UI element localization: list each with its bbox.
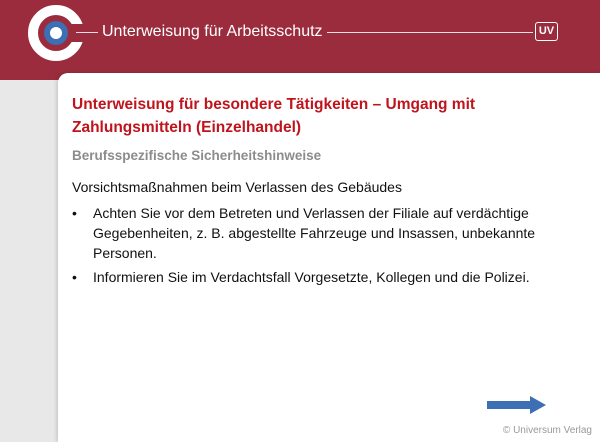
header-bar: Unterweisung für Arbeitsschutz UV: [0, 0, 600, 80]
slide-content: Unterweisung für besondere Tätigkeiten –…: [58, 73, 600, 442]
slide-subtitle: Berufsspezifische Sicherheitshinweise: [72, 148, 322, 163]
bullet-icon: •: [72, 205, 77, 221]
bullet-item: • Achten Sie vor dem Betreten und Verlas…: [72, 203, 584, 263]
bullet-icon: •: [72, 269, 77, 285]
bullet-list: • Achten Sie vor dem Betreten und Verlas…: [72, 203, 584, 291]
bullet-item: • Informieren Sie im Verdachtsfall Vorge…: [72, 267, 584, 287]
slide-title: Unterweisung für besondere Tätigkeiten –…: [72, 96, 476, 136]
universum-logo-icon: [28, 5, 90, 61]
bullet-text: Achten Sie vor dem Betreten und Verlasse…: [93, 205, 536, 261]
header-divider-right: [313, 32, 533, 33]
section-heading: Vorsichtsmaßnahmen beim Verlassen des Ge…: [72, 179, 402, 195]
header-title: Unterweisung für Arbeitsschutz: [98, 20, 327, 44]
copyright-text: © Universum Verlag: [502, 425, 592, 436]
next-slide-arrow-icon[interactable]: [486, 395, 548, 415]
uv-badge-icon: UV: [535, 22, 558, 41]
header-divider-left: [76, 32, 98, 33]
bullet-text: Informieren Sie im Verdachtsfall Vorgese…: [93, 269, 530, 285]
